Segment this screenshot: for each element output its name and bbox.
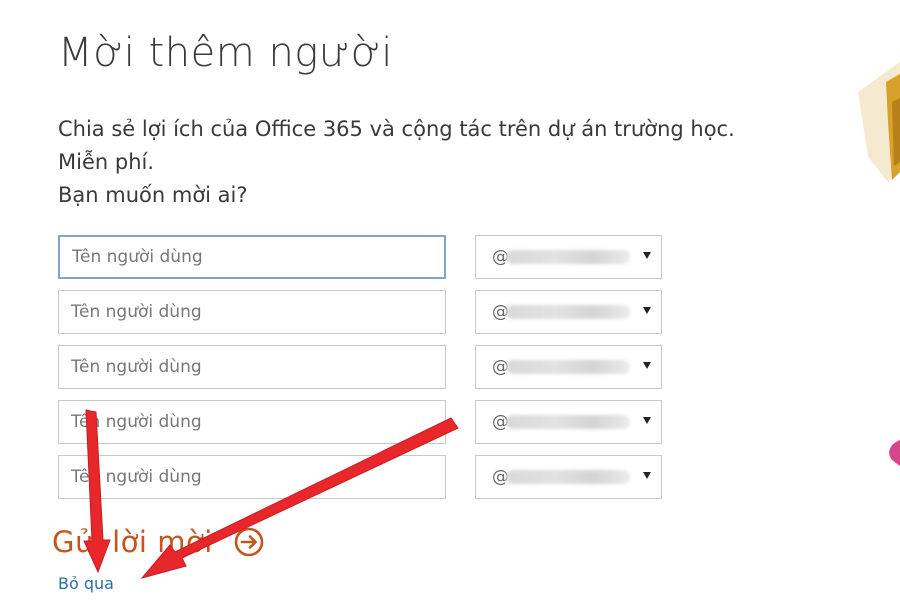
domain-dropdown[interactable]: @	[475, 345, 662, 389]
domain-dropdown[interactable]: @	[475, 400, 662, 444]
page-title: Mời thêm người	[58, 30, 393, 76]
username-input[interactable]	[58, 235, 446, 279]
caret-down-icon	[643, 472, 651, 479]
redacted-domain	[506, 360, 630, 374]
domain-dropdown[interactable]: @	[475, 235, 662, 279]
caret-down-icon	[643, 417, 651, 424]
redacted-domain	[506, 470, 630, 484]
description-line-3: Bạn muốn mời ai?	[58, 183, 248, 207]
caret-down-icon	[643, 362, 651, 369]
description-line-1: Chia sẻ lợi ích của Office 365 và cộng t…	[58, 117, 735, 141]
description-line-2: Miễn phí.	[58, 150, 155, 174]
caret-down-icon	[643, 307, 651, 314]
skip-link[interactable]: Bỏ qua	[58, 574, 114, 593]
domain-dropdown[interactable]: @	[475, 455, 662, 499]
arrow-circle-right-icon	[234, 527, 264, 557]
username-input[interactable]	[58, 290, 446, 334]
redacted-domain	[506, 415, 630, 429]
domain-dropdown[interactable]: @	[475, 290, 662, 334]
send-invite-label: Gửi lời mời	[52, 525, 213, 559]
caret-down-icon	[643, 252, 651, 259]
decorative-illustration-top	[858, 62, 900, 182]
invite-people-page: Mời thêm người Chia sẻ lợi ích của Offic…	[0, 0, 900, 603]
decorative-illustration-bottom	[889, 440, 900, 466]
username-input[interactable]	[58, 345, 446, 389]
username-input[interactable]	[58, 400, 446, 444]
redacted-domain	[506, 305, 630, 319]
page-description: Chia sẻ lợi ích của Office 365 và cộng t…	[58, 113, 735, 212]
redacted-domain	[506, 250, 630, 264]
username-input[interactable]	[58, 455, 446, 499]
send-invite-button[interactable]: Gửi lời mời	[52, 525, 265, 559]
